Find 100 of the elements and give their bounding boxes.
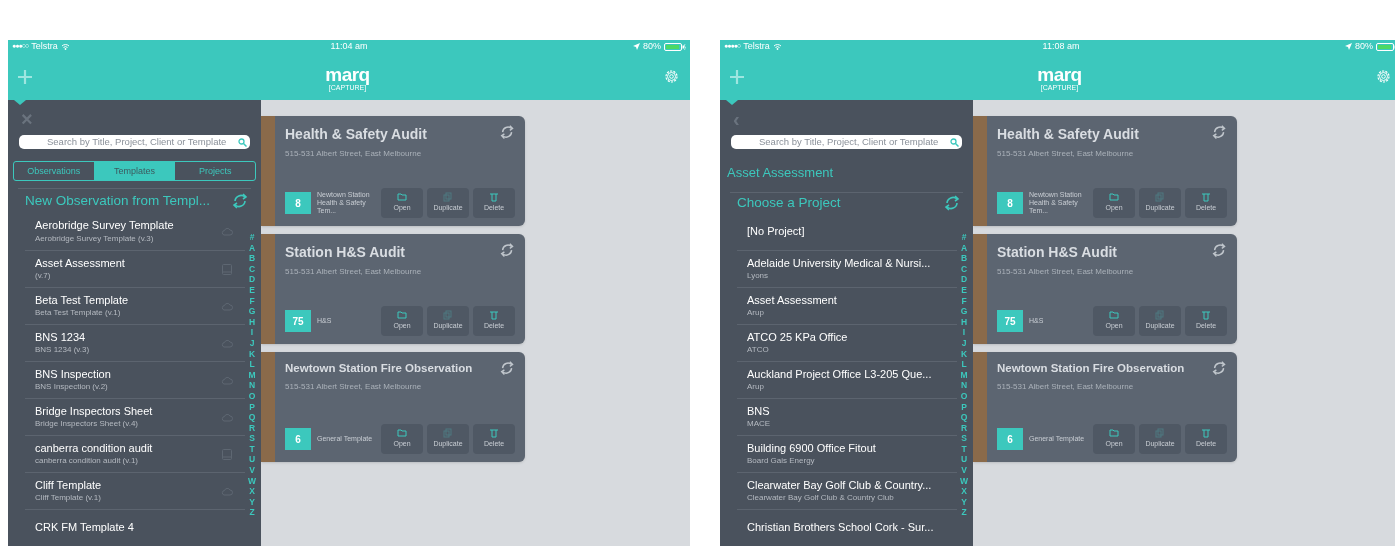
index-letter[interactable]: K	[248, 348, 256, 360]
index-letter[interactable]: T	[960, 443, 968, 455]
index-letter[interactable]: A	[248, 242, 256, 254]
index-letter[interactable]: O	[248, 390, 256, 402]
index-letter[interactable]: L	[960, 359, 968, 370]
breadcrumb-title[interactable]: Asset Assessment	[727, 163, 966, 185]
index-letter[interactable]: G	[248, 306, 256, 317]
settings-icon[interactable]	[1375, 68, 1392, 85]
index-letter[interactable]: A	[960, 242, 968, 254]
list-item[interactable]: [No Project]	[737, 213, 957, 250]
sync-icon[interactable]	[1211, 124, 1227, 142]
index-letter[interactable]: K	[960, 348, 968, 360]
list-item[interactable]: Building 6900 Office Fitout Board Gais Energy	[737, 435, 957, 472]
index-letter[interactable]: H	[248, 316, 256, 328]
index-letter[interactable]: D	[960, 274, 968, 285]
index-letter[interactable]: E	[248, 284, 256, 296]
index-letter[interactable]: S	[960, 433, 968, 444]
index-letter[interactable]: I	[248, 327, 256, 338]
index-letter[interactable]: U	[960, 454, 968, 466]
segment-tab[interactable]: Observations	[14, 162, 94, 181]
list-item[interactable]: canberra condition audit canberra condition audit (v.1)	[25, 435, 245, 472]
index-letter[interactable]: P	[960, 401, 968, 413]
index-letter[interactable]: J	[248, 337, 256, 349]
list-item[interactable]: BNS 1234 BNS 1234 (v.3)	[25, 324, 245, 361]
folder-icon	[1109, 192, 1119, 203]
index-letter[interactable]: U	[248, 454, 256, 466]
sync-icon[interactable]	[231, 192, 249, 211]
item-title: Auckland Project Office L3-205 Que...	[747, 367, 932, 382]
list-item[interactable]: Aerobridge Survey Template Aerobridge Survey Template (v.3)	[25, 213, 245, 250]
index-letter[interactable]: L	[248, 359, 256, 370]
index-letter[interactable]: V	[960, 465, 968, 476]
count-badge: 75	[997, 310, 1023, 332]
card-address: 515-531 Albert Street, East Melbourne	[997, 266, 1135, 278]
item-subtitle: BNS 1234 (v.3)	[35, 345, 90, 356]
index-letter[interactable]: X	[960, 486, 968, 497]
search-icon	[950, 137, 959, 147]
list-item[interactable]: Beta Test Template Beta Test Template (v.1)	[25, 287, 245, 324]
index-letter[interactable]: Q	[248, 412, 256, 423]
index-letter[interactable]: P	[248, 401, 256, 413]
index-letter[interactable]: Y	[960, 496, 968, 508]
index-letter[interactable]: B	[248, 253, 256, 264]
index-letter[interactable]: #	[960, 232, 968, 243]
search-field[interactable]: Search by Title, Project, Client or Template	[19, 135, 250, 150]
settings-icon[interactable]	[663, 68, 680, 85]
list-item[interactable]: Asset Assessment (v.7)	[25, 250, 245, 287]
index-letter[interactable]: V	[248, 465, 256, 476]
index-letter[interactable]: N	[960, 380, 968, 391]
card-title: Health & Safety Audit	[997, 125, 1139, 144]
index-letter[interactable]: B	[960, 253, 968, 264]
index-letter[interactable]: Z	[960, 507, 968, 519]
index-letter[interactable]: R	[960, 422, 968, 434]
item-title: Beta Test Template	[35, 293, 129, 308]
index-letter[interactable]: W	[960, 475, 968, 487]
list-item[interactable]: CRK FM Template 4	[25, 509, 245, 546]
list-item[interactable]: Adelaide University Medical & Nursi... Lyons	[737, 250, 957, 287]
index-letter[interactable]: T	[248, 443, 256, 455]
list-item[interactable]: ATCO 25 KPa Office ATCO	[737, 324, 957, 361]
list-item[interactable]: Clearwater Bay Golf Club & Country... Clearwater Bay Golf Club & Country Club	[737, 472, 957, 509]
folder-icon	[1109, 428, 1119, 439]
index-letter[interactable]: J	[960, 337, 968, 349]
index-letter[interactable]: G	[960, 306, 968, 317]
index-letter[interactable]: C	[960, 263, 968, 275]
index-letter[interactable]: F	[960, 295, 968, 307]
sync-icon[interactable]	[499, 242, 515, 260]
segment-tab[interactable]: Templates	[93, 162, 175, 181]
list-item[interactable]: BNS Inspection BNS Inspection (v.2)	[25, 361, 245, 398]
index-letter[interactable]: I	[960, 327, 968, 338]
index-letter[interactable]: S	[248, 433, 256, 444]
list-item[interactable]: Asset Assessment Arup	[737, 287, 957, 324]
index-letter[interactable]: R	[248, 422, 256, 434]
sync-icon[interactable]	[1211, 242, 1227, 260]
index-letter[interactable]: X	[248, 486, 256, 497]
sync-icon[interactable]	[499, 124, 515, 142]
index-letter[interactable]: W	[248, 475, 256, 487]
sync-icon[interactable]	[943, 193, 961, 212]
index-letter[interactable]: Z	[248, 507, 256, 519]
index-letter[interactable]: Q	[960, 412, 968, 423]
index-letter[interactable]: C	[248, 263, 256, 275]
location-arrow-icon	[1345, 43, 1352, 50]
index-letter[interactable]: D	[248, 274, 256, 285]
index-letter[interactable]: M	[960, 369, 968, 381]
index-letter[interactable]: F	[248, 295, 256, 307]
segment-tab[interactable]: Projects	[174, 162, 255, 181]
index-letter[interactable]: E	[960, 284, 968, 296]
sync-icon[interactable]	[1211, 360, 1227, 378]
index-letter[interactable]: #	[248, 232, 256, 243]
list-item[interactable]: BNS MACE	[737, 398, 957, 435]
item-title: Cliff Template	[35, 478, 102, 493]
index-letter[interactable]: N	[248, 380, 256, 391]
search-field[interactable]: Search by Title, Project, Client or Template	[731, 135, 962, 150]
index-letter[interactable]: M	[248, 369, 256, 381]
index-letter[interactable]: O	[960, 390, 968, 402]
sync-icon[interactable]	[499, 360, 515, 378]
index-letter[interactable]: Y	[248, 496, 256, 508]
trash-icon	[1201, 310, 1211, 321]
list-item[interactable]: Bridge Inspectors Sheet Bridge Inspectors Sheet (v.4)	[25, 398, 245, 435]
list-item[interactable]: Cliff Template Cliff Template (v.1)	[25, 472, 245, 509]
index-letter[interactable]: H	[960, 316, 968, 328]
list-item[interactable]: Christian Brothers School Cork - Sur...	[737, 509, 957, 546]
list-item[interactable]: Auckland Project Office L3-205 Que... Arup	[737, 361, 957, 398]
